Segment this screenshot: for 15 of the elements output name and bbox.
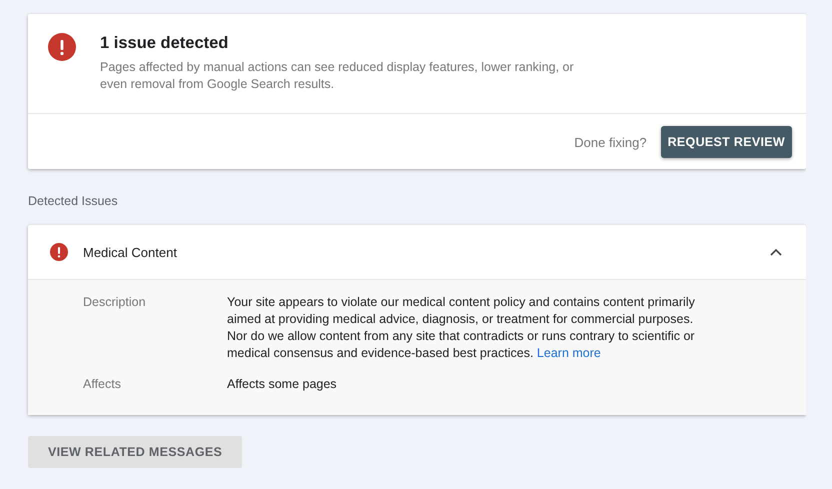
error-icon [48, 33, 76, 61]
error-icon [50, 243, 68, 261]
done-fixing-prompt: Done fixing? [574, 134, 647, 150]
chevron-up-icon[interactable] [770, 248, 782, 256]
summary-title: 1 issue detected [100, 34, 230, 53]
learn-more-link[interactable]: Learn more [536, 346, 601, 360]
section-label: Detected Issues [28, 194, 119, 208]
request-review-button[interactable]: REQUEST REVIEW [660, 126, 792, 158]
detail-label: Description [83, 294, 147, 311]
detail-label: Affects [83, 376, 122, 393]
detail-text: Affects some pages [227, 376, 338, 393]
view-related-messages-button[interactable]: VIEW RELATED MESSAGES [28, 436, 242, 468]
issue-title: Medical Content [83, 244, 178, 260]
summary-message: Pages affected by manual actions can see reduced display features, lower ranking, or even removal from Google Search results. [100, 59, 575, 93]
detail-text: Your site appears to violate our medical content policy and contains content primarily aimed at providing medical advice, diagnosis, or treatment for commercial purposes. Nor do we allow content from any site that contradicts or runs contrary to scientific or medical consensus and evidence-based best practices. Learn more [227, 294, 696, 362]
